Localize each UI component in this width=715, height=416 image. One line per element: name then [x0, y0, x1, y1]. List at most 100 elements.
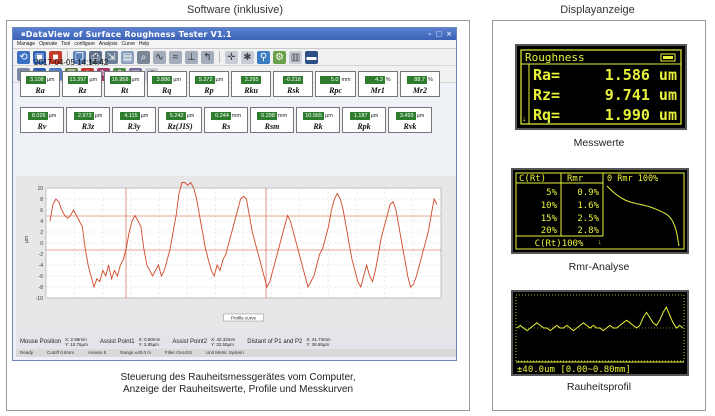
measure-value: 5.0: [320, 75, 341, 84]
maximize-icon[interactable]: □: [436, 30, 443, 38]
measure-rpk: 1.187 µm Rpk: [342, 107, 386, 133]
lcd-ra-value: 1.586 um: [605, 66, 677, 84]
measure-row-1: 3.108 µm Ra 13.397 µm Rz 16.958 µm Rt 3.886 µm Rq 5.…: [20, 71, 441, 97]
measure-name: Rs: [221, 122, 231, 131]
rmr-c-row1: 5%: [546, 188, 557, 198]
y-tick-label: 10: [37, 186, 43, 192]
measure-name: R3z: [81, 122, 95, 131]
assist-point2-label: Assist Point2: [172, 338, 208, 345]
measure-unit: µm: [140, 112, 149, 119]
lcd-rq-label: Rq=: [533, 106, 560, 124]
measure-rku: 2.265 Rku: [231, 71, 272, 97]
rmr-head-rmr: Rmr: [567, 174, 584, 184]
lcd-profile: ±40.0um [0.00~0.80mm]: [511, 290, 689, 376]
measure-name: Rpk: [357, 122, 371, 131]
menu-curve[interactable]: Curve: [122, 41, 135, 47]
measure-unit: µm: [48, 112, 57, 119]
measure-name: Rv: [37, 122, 47, 131]
lcd-rz-value: 9.741 um: [605, 86, 677, 104]
lcd-measurements: Roughness Ra= 1.586 um Rz= 9.741 um Rq= …: [515, 44, 687, 130]
measure-rzjis: 5.242 µm Rz(JIS): [158, 107, 202, 133]
measure-unit: µm: [89, 76, 98, 83]
measure-unit: µm: [215, 76, 224, 83]
measure-name: Rsm: [264, 122, 280, 131]
rmr-r-row2: 1.6%: [577, 201, 599, 211]
menu-analysis[interactable]: Analysis: [99, 41, 118, 47]
menu-help[interactable]: Help: [139, 41, 149, 47]
measure-value: 2.265: [240, 75, 261, 84]
measure-value: 16.958: [109, 75, 131, 84]
rmr-c-row3: 15%: [541, 214, 558, 224]
menu-tool[interactable]: Tool: [61, 41, 70, 47]
menu-manage[interactable]: Manage: [17, 41, 35, 47]
rmr-head-scale: 0 Rmr 100%: [607, 174, 658, 184]
rmr-r-row3: 2.5%: [577, 214, 599, 224]
measure-rq: 3.886 µm Rq: [146, 71, 187, 97]
menu-configure[interactable]: configure: [74, 41, 95, 47]
window-title: DataView of Surface Roughness Tester V1.…: [25, 29, 232, 39]
lcd-profile-footer: ±40.0um [0.00~0.80mm]: [517, 365, 631, 374]
minimize-icon[interactable]: –: [428, 30, 432, 38]
measure-mr2: 88.7% Mr2: [399, 71, 441, 97]
mouse-y: Y: 10.76µm: [65, 341, 88, 347]
y-tick-label: 8: [40, 197, 43, 203]
measure-rsk: -0.218 Rsk: [273, 71, 314, 97]
rmr-head-crt: C(Rt): [519, 174, 546, 184]
measure-value: 10.565: [303, 111, 325, 120]
lcd-rmr: C(Rt) Rmr 0 Rmr 100% 5% 0.9% 10% 1.6% 15…: [511, 168, 689, 254]
y-tick-label: 4: [40, 219, 43, 225]
measure-unit: µm: [186, 112, 195, 119]
measure-value: 0.298: [256, 111, 277, 120]
menu-operate[interactable]: Operate: [39, 41, 57, 47]
status-assess: Assess 5: [87, 350, 107, 355]
rmr-c-row4: 20%: [541, 226, 558, 236]
y-tick-label: 2: [40, 230, 43, 236]
measure-name: Rvk: [403, 122, 417, 131]
measure-rvk: 3.493 µm Rvk: [388, 107, 432, 133]
status-cutoff: Cutoff 0.8mm: [47, 350, 74, 355]
distance-y: Y: 28.65µm: [306, 341, 330, 347]
measure-unit: mm: [341, 76, 351, 83]
measure-value: 4.115: [119, 111, 140, 120]
measure-rsm: 0.298 mm Rsm: [250, 107, 294, 133]
distance-label: Distant of P1 and P2: [247, 338, 303, 345]
measure-unit: µm: [46, 76, 55, 83]
measure-name: Rsk: [287, 86, 300, 95]
measure-unit: µm: [416, 112, 425, 119]
lcd-rz-label: Rz=: [533, 86, 560, 104]
menu-bar: Manage Operate Tool configure Analysis C…: [13, 40, 456, 49]
measure-name: Rz(JIS): [167, 122, 193, 131]
y-axis-label: µm: [24, 236, 30, 243]
measure-value: 8.026: [27, 111, 48, 120]
y-tick-label: -10: [36, 296, 43, 302]
close-icon[interactable]: ×: [446, 30, 452, 38]
legend-label: Profile curve: [231, 316, 257, 321]
measure-value: 88.7: [406, 75, 427, 84]
lcd-profile-svg: ±40.0um [0.00~0.80mm]: [515, 294, 685, 375]
status-range: Range ±40.0 m: [120, 350, 151, 355]
measure-row-2: 8.026 µm Rv 2.973 µm R3z 4.115 µm R3y 5.242 µm Rz(J…: [20, 107, 440, 133]
lcd-rmr-svg: C(Rt) Rmr 0 Rmr 100% 5% 0.9% 10% 1.6% 15…: [515, 172, 685, 250]
software-title: Software (inklusive): [187, 4, 283, 16]
measure-name: Rp: [204, 86, 214, 95]
assist1-y: Y: 3.85µm: [138, 341, 159, 347]
measure-rpc: 5.0 mm Rpc: [315, 71, 356, 97]
profile-plot[interactable]: 10 8 6 4 2 0 -2 -4 -6 -8 -10 µm Profile curve: [16, 176, 456, 334]
measure-name: Rz: [78, 86, 87, 95]
measure-value: 4.3: [364, 75, 385, 84]
profile-chart-svg[interactable]: 10 8 6 4 2 0 -2 -4 -6 -8 -10 µm Profile curve: [16, 176, 456, 334]
measure-name: Rt: [120, 86, 129, 95]
measure-r3z: 2.973 µm R3z: [66, 107, 110, 133]
rmr-curve: [606, 185, 680, 247]
measure-unit: %: [427, 76, 433, 83]
measure-name: Rq: [162, 86, 172, 95]
assist-point1-label: Assist Point1: [99, 338, 135, 345]
measure-unit: mm: [277, 112, 288, 119]
measure-rs: 0.244 mm Rs: [204, 107, 248, 133]
lcd-rq-value: 1.990 um: [605, 106, 677, 124]
rmr-scroll-icon: ↓: [598, 239, 602, 246]
measure-unit: %: [385, 76, 391, 83]
y-tick-label: 6: [40, 208, 43, 214]
measure-value: 13.397: [67, 75, 89, 84]
status-ready: Ready: [20, 350, 34, 355]
